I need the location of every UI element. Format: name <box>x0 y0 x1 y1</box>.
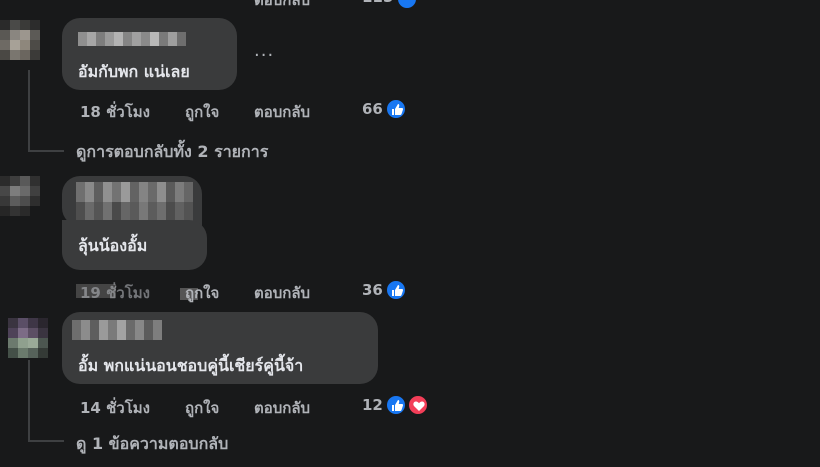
comment-text: ลุ้นน้องอั้ม <box>78 236 148 255</box>
comment-bubble[interactable]: อั้ม พกแน่นอนชอบคู่นี้เชียร์คู่นี้จ้า <box>62 312 378 384</box>
reply-button[interactable]: ตอบกลับ <box>254 281 310 305</box>
author-name[interactable] <box>76 182 202 222</box>
reply-button[interactable]: ตอบกลับ <box>254 396 310 420</box>
author-name[interactable] <box>78 32 188 46</box>
reaction-count[interactable]: 115 <box>362 0 393 6</box>
avatar[interactable] <box>0 176 50 226</box>
like-icon[interactable] <box>385 279 407 301</box>
comment-bubble[interactable]: ลุ้นน้องอั้ม <box>62 220 207 270</box>
reply-button[interactable]: ตอบกลับ <box>254 0 310 12</box>
comment-timestamp[interactable]: 19 ชั่วโมง <box>80 281 150 305</box>
thread-line <box>28 150 64 152</box>
comment-timestamp[interactable]: 14 ชั่วโมง <box>80 396 150 420</box>
author-name[interactable] <box>72 320 164 340</box>
thread-line <box>28 360 30 440</box>
heart-icon[interactable] <box>407 394 429 416</box>
like-icon <box>396 0 418 10</box>
thread-line <box>28 70 30 150</box>
comment-text: อั้ม พกแน่นอนชอบคู่นี้เชียร์คู่นี้จ้า <box>78 356 304 375</box>
like-icon[interactable] <box>385 394 407 416</box>
comment-bubble[interactable]: อัมกับพก แน่เลย <box>62 18 237 90</box>
reply-button[interactable]: ตอบกลับ <box>254 100 310 124</box>
like-button[interactable]: ถูกใจ <box>185 396 219 420</box>
avatar[interactable] <box>0 20 50 70</box>
comment-bubble[interactable] <box>62 176 202 226</box>
avatar[interactable] <box>8 318 48 358</box>
comment-text: อัมกับพก แน่เลย <box>78 62 190 81</box>
more-options-button[interactable]: ... <box>254 40 274 61</box>
reaction-count[interactable]: 12 <box>362 396 383 414</box>
comment-timestamp[interactable]: 18 ชั่วโมง <box>80 100 150 124</box>
view-replies-link[interactable]: ดู 1 ข้อความตอบกลับ <box>76 432 228 457</box>
reaction-count[interactable]: 36 <box>362 281 383 299</box>
reaction-count[interactable]: 66 <box>362 100 383 118</box>
like-icon[interactable] <box>385 98 407 120</box>
like-button[interactable]: ถูกใจ <box>185 100 219 124</box>
view-replies-link[interactable]: ดูการตอบกลับทั้ง 2 รายการ <box>76 140 268 165</box>
like-button[interactable]: ถูกใจ <box>185 281 219 305</box>
thread-line <box>28 440 64 442</box>
